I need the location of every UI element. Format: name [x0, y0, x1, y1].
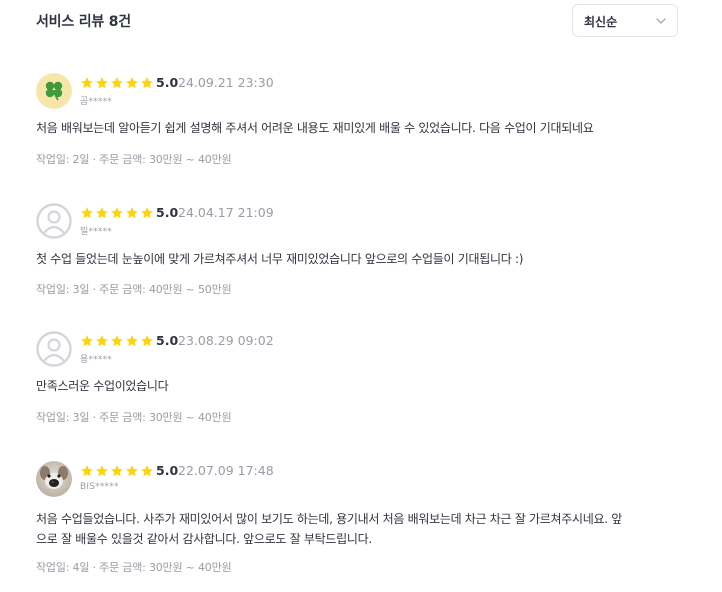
review-text: 만족스러운 수업이었습니다 — [36, 379, 169, 393]
star-icon — [96, 77, 108, 89]
review-date: 23.08.29 09:02 — [178, 333, 274, 348]
star-icon — [126, 77, 138, 89]
star-rating — [80, 334, 154, 348]
review-meta: 작업일: 3일 · 주문 금액: 30만원 ~ 40만원 — [36, 411, 232, 424]
star-icon — [111, 77, 123, 89]
sort-dropdown[interactable]: 최신순 — [572, 4, 678, 37]
star-icon — [141, 207, 153, 219]
star-icon — [81, 207, 93, 219]
star-rating — [80, 76, 154, 90]
star-icon — [96, 335, 108, 347]
star-icon — [81, 465, 93, 477]
sort-selected-label: 최신순 — [584, 15, 618, 29]
review-section: 서비스 리뷰 8건 최신순 5.0 24.09.21 23:30 곰***** … — [0, 0, 722, 592]
review-meta: 작업일: 4일 · 주문 금액: 30만원 ~ 40만원 — [36, 561, 232, 574]
star-icon — [111, 465, 123, 477]
review-text: 첫 수업 들었는데 눈높이에 맞게 가르쳐주셔서 너무 재미있었습니다 앞으로의… — [36, 252, 524, 266]
rating-score: 5.0 — [156, 463, 179, 478]
review-date: 22.07.09 17:48 — [178, 463, 274, 478]
reviewer-nickname: 곰***** — [80, 97, 112, 107]
review-meta: 작업일: 2일 · 주문 금액: 30만원 ~ 40만원 — [36, 153, 232, 166]
rating-score: 5.0 — [156, 205, 179, 220]
rating-score: 5.0 — [156, 75, 179, 90]
star-icon — [126, 335, 138, 347]
clover-avatar — [36, 73, 72, 109]
star-icon — [96, 207, 108, 219]
star-icon — [141, 335, 153, 347]
star-icon — [141, 77, 153, 89]
star-icon — [111, 207, 123, 219]
rating-score: 5.0 — [156, 333, 179, 348]
review-text: 처음 수업들었습니다. 사주가 재미있어서 많이 보기도 하는데, 용기내서 처… — [36, 512, 623, 546]
star-icon — [111, 335, 123, 347]
reviewer-nickname: 용***** — [80, 355, 112, 365]
reviewer-nickname: BIS***** — [80, 482, 119, 492]
dog-avatar — [36, 461, 72, 497]
star-icon — [81, 335, 93, 347]
default-avatar — [36, 331, 72, 367]
reviewer-nickname: 밀***** — [80, 227, 112, 237]
review-date: 24.09.21 23:30 — [178, 75, 274, 90]
star-rating — [80, 206, 154, 220]
star-icon — [126, 207, 138, 219]
default-avatar — [36, 203, 72, 239]
review-meta: 작업일: 3일 · 주문 금액: 40만원 ~ 50만원 — [36, 283, 232, 296]
star-icon — [141, 465, 153, 477]
star-icon — [96, 465, 108, 477]
review-text: 처음 배워보는데 알아듣기 쉽게 설명해 주셔서 어려운 내용도 재미있게 배울… — [36, 121, 594, 135]
star-rating — [80, 464, 154, 478]
review-date: 24.04.17 21:09 — [178, 205, 274, 220]
star-icon — [126, 465, 138, 477]
chevron-down-icon — [656, 18, 666, 24]
star-icon — [81, 77, 93, 89]
review-count-title: 서비스 리뷰 8건 — [36, 14, 131, 30]
